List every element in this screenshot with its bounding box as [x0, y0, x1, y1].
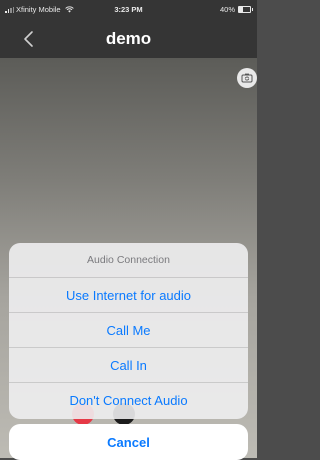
cancel-button[interactable]: Cancel [9, 424, 248, 460]
status-right: 40% [219, 5, 253, 14]
camera-switch-button[interactable] [237, 68, 257, 88]
audio-connection-sheet: Audio Connection Use Internet for audio … [9, 243, 248, 419]
use-internet-audio-button[interactable]: Use Internet for audio [9, 277, 248, 312]
page-title: demo [105, 29, 152, 48]
battery-percent: 40% [219, 5, 235, 14]
dont-connect-audio-button[interactable]: Don't Connect Audio [9, 382, 248, 417]
call-in-button[interactable]: Call In [9, 347, 248, 382]
camera-switch-icon [241, 73, 253, 83]
status-bar: Xfinity Mobile 3:23 PM 40% [0, 0, 257, 18]
battery-icon [238, 6, 253, 13]
status-time: 3:23 PM [114, 5, 143, 14]
sheet-title: Audio Connection [87, 254, 170, 266]
call-me-button[interactable]: Call Me [9, 312, 248, 347]
nav-bar: demo [0, 18, 257, 58]
